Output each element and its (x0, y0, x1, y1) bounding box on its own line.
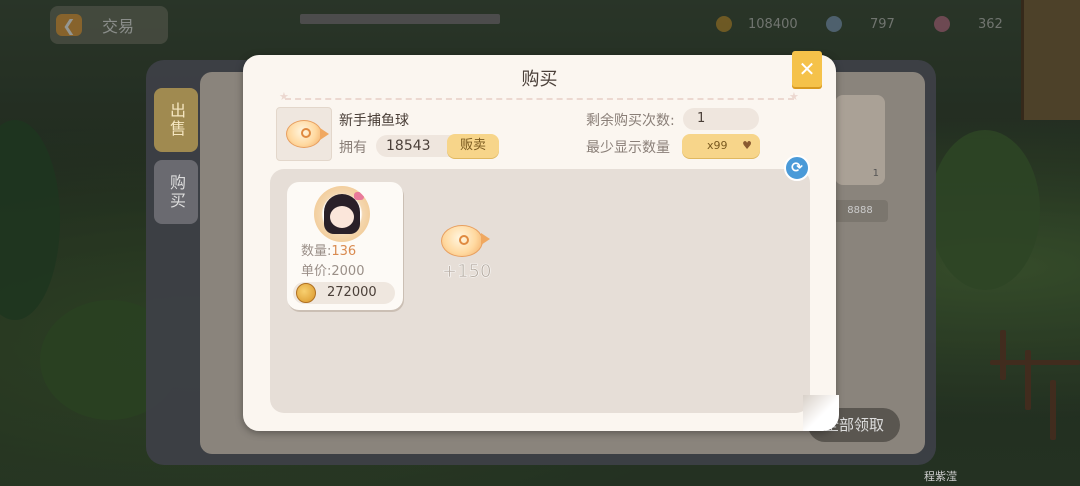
own-label: 拥有 (339, 140, 367, 156)
star-decoration-icon: ★ (279, 90, 289, 103)
star-decoration-icon: ★ (789, 90, 799, 103)
close-button[interactable]: ✕ (792, 51, 822, 87)
background-item-price: 8888 (832, 200, 888, 222)
remaining-purchases-label: 剩余购买次数: (586, 113, 675, 129)
background-item-count: 1 (872, 168, 879, 179)
listing-unit-price: 单价:2000 (301, 260, 364, 279)
refresh-icon: ⟳ (791, 160, 803, 176)
tab-sell[interactable]: 出售 (154, 88, 198, 152)
sell-button[interactable]: 贩卖 (447, 134, 499, 158)
dropdown-arrow-icon: ♥ (742, 139, 752, 152)
min-display-dropdown[interactable]: x99 ♥ (682, 134, 760, 158)
tab-buy[interactable]: 购买 (154, 160, 198, 224)
seller-avatar (314, 186, 370, 242)
min-display-label: 最少显示数量 (586, 140, 670, 156)
listing-card[interactable]: 数量:136 单价:2000 272000 (287, 182, 403, 310)
item-icon-box (276, 107, 332, 161)
refresh-button[interactable]: ⟳ (784, 155, 810, 181)
quantity-label: 数量: (301, 244, 332, 259)
remaining-purchases-value: 1 (683, 108, 759, 130)
title-divider (285, 98, 794, 100)
listing-quantity: 数量:136 (301, 240, 356, 259)
dialog-title: 购买 (521, 69, 558, 90)
unit-price-label: 单价: (301, 264, 332, 279)
listing-total: 272000 (293, 282, 395, 304)
purchase-dialog: 购买 ★ ★ ✕ 新手捕鱼球 拥有 18543 贩卖 剩余购买次数: 1 最少显… (243, 51, 839, 431)
item-name: 新手捕鱼球 (339, 113, 409, 129)
page-curl-decoration (803, 395, 839, 431)
player-name: 程紫滢 (924, 470, 957, 483)
unit-price-value: 2000 (331, 264, 365, 279)
gold-coin-icon (296, 283, 316, 303)
reward-item (441, 225, 490, 257)
min-display-value: x99 (707, 139, 728, 152)
fishing-ball-icon (286, 120, 329, 148)
reward-amount: +150 (442, 261, 492, 283)
total-price-value: 272000 (327, 285, 377, 300)
quantity-value: 136 (331, 244, 357, 259)
fishing-ball-icon (441, 225, 490, 257)
background-item-card[interactable]: 1 (835, 95, 885, 185)
close-icon: ✕ (798, 57, 816, 81)
